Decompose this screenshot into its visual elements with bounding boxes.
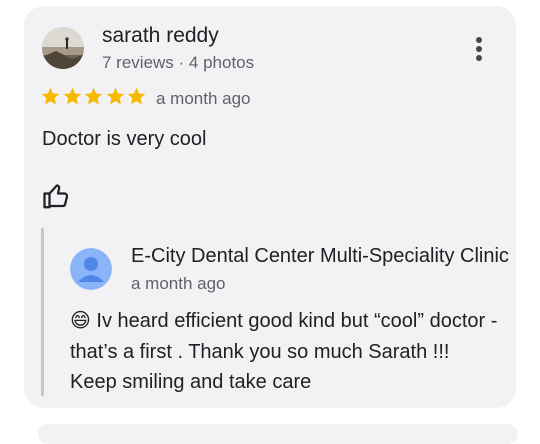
grinning-emoji: 😄 — [70, 310, 91, 332]
star-icon — [106, 87, 124, 105]
person-avatar-icon — [70, 248, 112, 290]
star-rating — [40, 86, 148, 107]
star-icon — [41, 87, 60, 105]
star-icon — [84, 87, 103, 105]
reviewer-avatar[interactable] — [42, 27, 84, 69]
star-icon — [63, 87, 81, 105]
owner-reply-text: 😄 Iv heard efficient good kind but “cool… — [70, 306, 500, 398]
review-time: a month ago — [156, 89, 251, 108]
more-vert-icon[interactable] — [472, 36, 486, 64]
reviewer-name[interactable]: sarath reddy — [102, 24, 219, 48]
owner-name[interactable]: E-City Dental Center Multi-Speciality Cl… — [131, 245, 509, 268]
review-card: sarath reddy 7 reviews · 4 photos a mont… — [24, 6, 516, 408]
owner-reply: E-City Dental Center Multi-Speciality Cl… — [41, 228, 519, 396]
star-icon — [127, 87, 146, 105]
owner-reply-body: Iv heard efficient good kind but “cool” … — [70, 310, 498, 393]
review-text: Doctor is very cool — [42, 128, 207, 150]
owner-reply-time: a month ago — [131, 274, 226, 293]
next-review-card — [38, 424, 518, 444]
thumb-up-icon[interactable] — [42, 181, 72, 211]
reviewer-meta: 7 reviews · 4 photos — [102, 53, 255, 72]
